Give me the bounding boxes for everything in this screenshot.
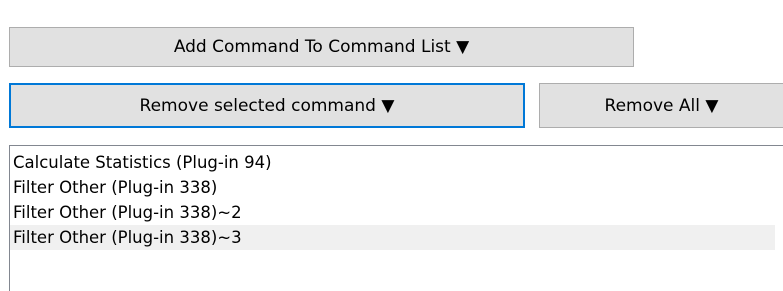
list-item[interactable]: Filter Other (Plug-in 338) [10, 175, 775, 200]
list-item[interactable]: Filter Other (Plug-in 338)~2 [10, 200, 775, 225]
remove-selected-command-button[interactable]: Remove selected command ▼ [9, 83, 525, 128]
command-list[interactable]: Calculate Statistics (Plug-in 94) Filter… [9, 145, 783, 291]
list-item[interactable]: Calculate Statistics (Plug-in 94) [10, 150, 775, 175]
add-command-button[interactable]: Add Command To Command List ▼ [9, 27, 634, 67]
remove-all-button[interactable]: Remove All ▼ [539, 83, 783, 128]
list-item-selected[interactable]: Filter Other (Plug-in 338)~3 [10, 225, 775, 250]
